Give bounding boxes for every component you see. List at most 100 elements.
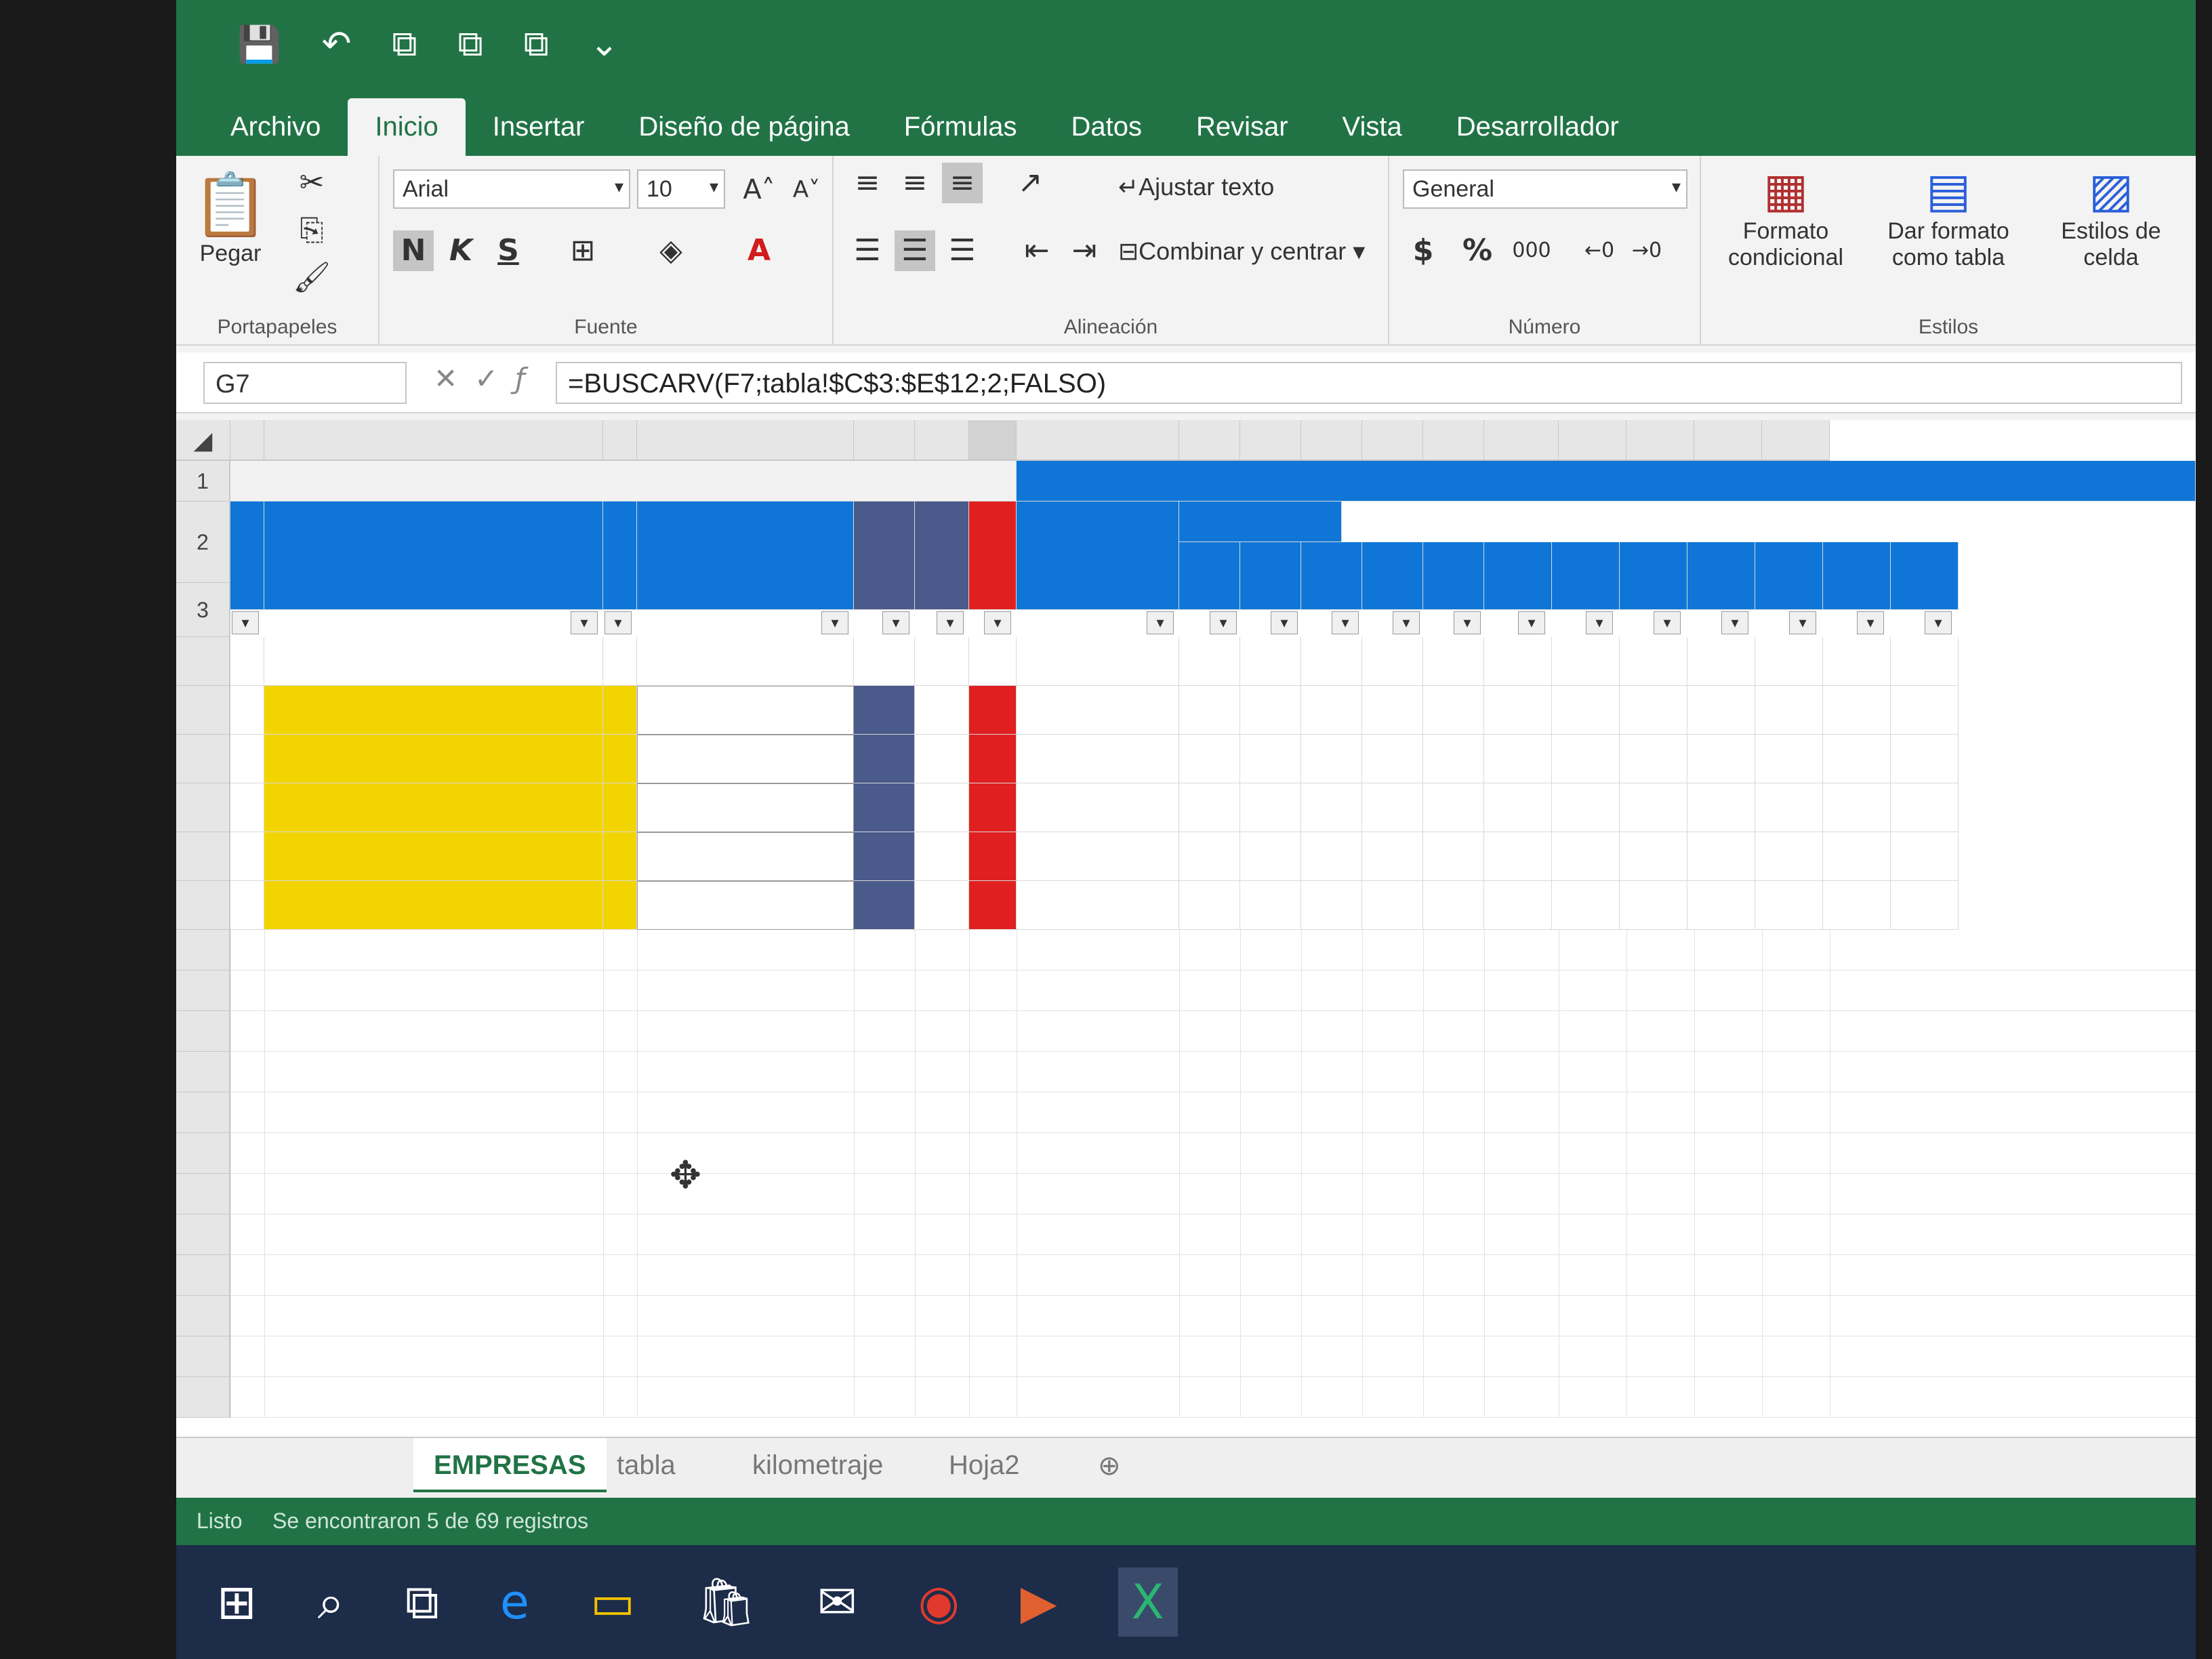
row-header[interactable] [176, 783, 230, 832]
format-painter-icon[interactable]: 🖌 [291, 258, 332, 298]
cell-dig[interactable] [854, 637, 915, 686]
column-header-ak[interactable] [1423, 420, 1484, 461]
filter-dropdown-ruc[interactable]: ▾ [821, 611, 848, 634]
cell-month-left[interactable] [1423, 735, 1484, 783]
cell-month-left[interactable] [1240, 881, 1301, 930]
filter-dropdown-oct[interactable]: ▾ [1332, 611, 1359, 634]
cell-month-right[interactable] [1891, 783, 1959, 832]
cell-month-left[interactable] [1423, 637, 1484, 686]
row-header[interactable] [176, 832, 230, 881]
cell-month-right[interactable] [1891, 686, 1959, 735]
tab-insertar[interactable]: Insertar [466, 112, 612, 156]
cell-ruc[interactable] [637, 686, 854, 735]
cell-ene[interactable] [1484, 637, 1552, 686]
row-header[interactable] [176, 1336, 230, 1377]
sheet-tab-hoja2[interactable]: Hoja2 [928, 1438, 1040, 1492]
cell-month-left[interactable] [1240, 735, 1301, 783]
decrease-decimal-icon[interactable]: →0 [1626, 230, 1667, 271]
column-header-aj[interactable] [1362, 420, 1423, 461]
cell-clave[interactable] [1017, 881, 1179, 930]
share-icon-2[interactable]: ⧉ [457, 24, 483, 65]
cell-month-right[interactable] [1823, 783, 1891, 832]
cell-month-right[interactable] [1620, 783, 1687, 832]
column-header-ag[interactable] [1179, 420, 1240, 461]
filter-dropdown-empresas[interactable]: ▾ [571, 611, 598, 634]
windows-start-icon[interactable]: ⊞ [217, 1574, 257, 1630]
row-header[interactable] [176, 1296, 230, 1336]
cell-feb[interactable] [1552, 686, 1620, 735]
row-header[interactable]: 3 [176, 583, 230, 637]
copy-icon[interactable]: ⎘ [291, 210, 332, 251]
tab-revisar[interactable]: Revisar [1169, 112, 1315, 156]
cell-month-left[interactable] [1301, 783, 1362, 832]
row-header[interactable] [176, 1214, 230, 1255]
cell-month-left[interactable] [1179, 881, 1240, 930]
cell-ene[interactable] [1484, 735, 1552, 783]
cell-cont[interactable] [603, 735, 637, 783]
increase-decimal-icon[interactable]: ←0 [1579, 230, 1620, 271]
row-header[interactable] [176, 686, 230, 735]
cell-ene[interactable] [1484, 881, 1552, 930]
filter-dropdown-dia[interactable]: ▾ [984, 611, 1011, 634]
undo-icon[interactable]: ↶ [322, 24, 352, 64]
cell-dig[interactable] [854, 832, 915, 881]
cell-dig[interactable] [854, 735, 915, 783]
cell-item[interactable] [230, 783, 264, 832]
font-color-icon[interactable]: A [739, 230, 779, 271]
column-header-ai[interactable] [1301, 420, 1362, 461]
grow-font-icon[interactable]: A˄ [739, 169, 779, 210]
filter-dropdown-may[interactable]: ▾ [1789, 611, 1816, 634]
cell-month-right[interactable] [1687, 735, 1755, 783]
column-header-h[interactable] [1017, 420, 1179, 461]
cell-month-left[interactable] [1240, 637, 1301, 686]
cell-month-left[interactable] [1362, 637, 1423, 686]
tab-formulas[interactable]: Fórmulas [877, 112, 1044, 156]
filter-dropdown-feb[interactable]: ▾ [1586, 611, 1613, 634]
cell-month-right[interactable] [1620, 881, 1687, 930]
edge-browser-icon[interactable]: e [500, 1574, 529, 1630]
cell-feb[interactable] [1552, 637, 1620, 686]
cell-item[interactable] [230, 881, 264, 930]
row-header[interactable] [176, 1174, 230, 1214]
cell-clave[interactable] [1017, 637, 1179, 686]
merge-center-button[interactable]: ⊟ Combinar y centrar ▾ [1118, 237, 1365, 266]
cell-cont[interactable] [603, 832, 637, 881]
filter-dropdown-cont[interactable]: ▾ [605, 611, 632, 634]
cell-empresa[interactable] [264, 832, 603, 881]
cell-month-right[interactable] [1823, 686, 1891, 735]
cell-n[interactable] [915, 832, 969, 881]
align-center-icon[interactable]: ☰ [895, 230, 935, 271]
cell-dig[interactable] [854, 686, 915, 735]
cell-ruc[interactable] [637, 735, 854, 783]
cell-month-right[interactable] [1823, 881, 1891, 930]
cell-month-right[interactable] [1755, 637, 1823, 686]
row-header[interactable]: 2 [176, 501, 230, 583]
chrome-icon[interactable]: ◉ [918, 1574, 960, 1630]
filter-dropdown-clave[interactable]: ▾ [1147, 611, 1174, 634]
fill-color-icon[interactable]: ◈ [651, 230, 691, 271]
tab-diseno[interactable]: Diseño de página [611, 112, 876, 156]
cell-month-right[interactable] [1620, 832, 1687, 881]
cell-ruc[interactable] [637, 881, 854, 930]
cell-empresa[interactable] [264, 783, 603, 832]
cell-month-left[interactable] [1362, 735, 1423, 783]
cell-ene[interactable] [1484, 783, 1552, 832]
column-header-c[interactable] [603, 420, 637, 461]
cell-month-left[interactable] [1423, 832, 1484, 881]
row-header[interactable] [176, 881, 230, 930]
align-bottom-icon[interactable]: ≡ [942, 163, 983, 203]
cell-month-left[interactable] [1179, 783, 1240, 832]
cell-month-right[interactable] [1687, 881, 1755, 930]
column-header-g[interactable] [969, 420, 1017, 461]
cell-month-right[interactable] [1755, 881, 1823, 930]
row-header[interactable] [176, 970, 230, 1011]
cell-feb[interactable] [1552, 832, 1620, 881]
cell-feb[interactable] [1552, 735, 1620, 783]
column-header-e[interactable] [854, 420, 915, 461]
share-icon[interactable]: ⧉ [392, 24, 417, 65]
filter-dropdown-nov[interactable]: ▾ [1393, 611, 1420, 634]
cell-dia[interactable] [969, 686, 1017, 735]
row-header[interactable] [176, 1052, 230, 1092]
filter-dropdown-abr[interactable]: ▾ [1721, 611, 1748, 634]
cell-ene[interactable] [1484, 832, 1552, 881]
